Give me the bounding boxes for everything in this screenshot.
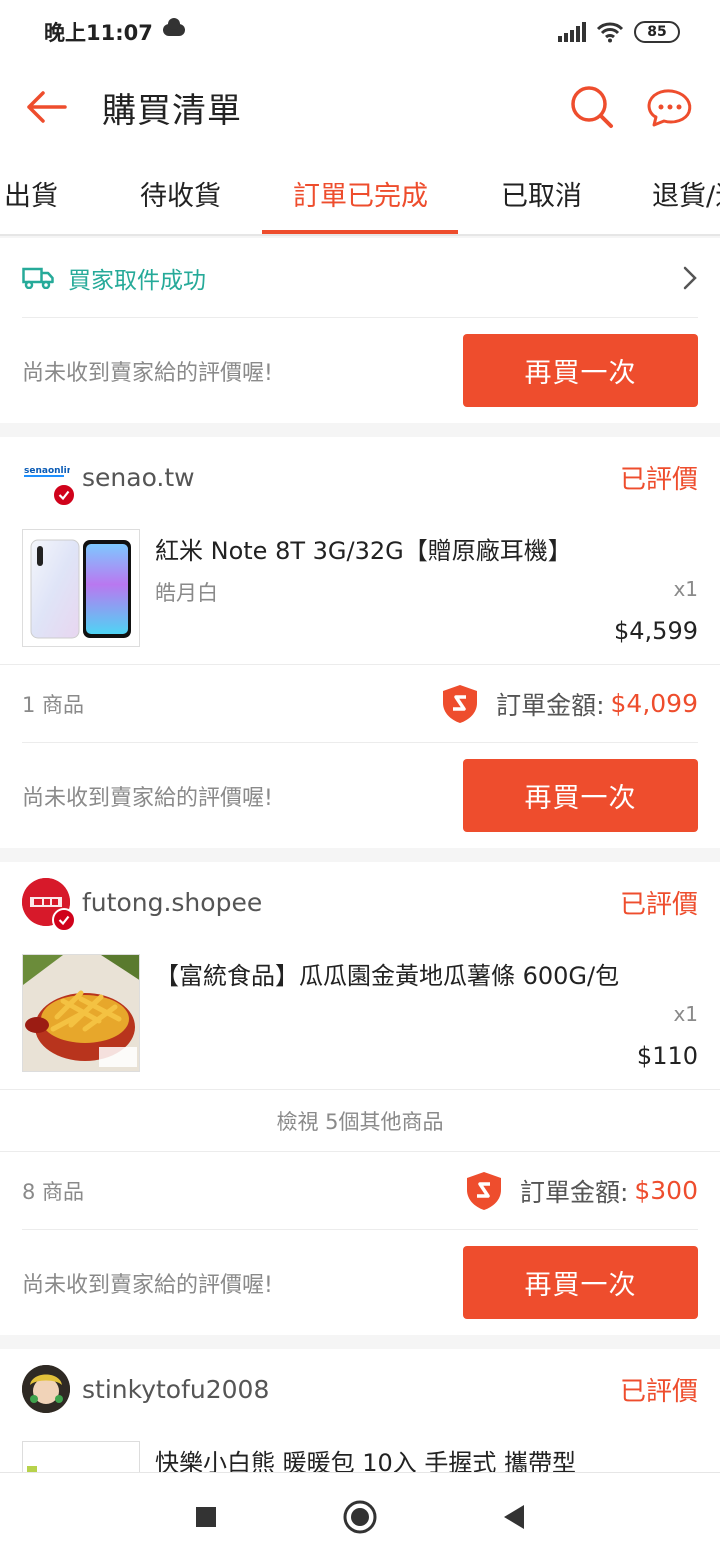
shop-header[interactable]: senaonline senao.tw 已評價	[22, 437, 698, 517]
chat-icon	[647, 89, 692, 127]
page-title: 購買清單	[102, 90, 242, 131]
shopee-guarantee-shield-icon	[466, 1171, 501, 1210]
screen: 晚上11:07 85 購買清單 出貨 待收貨 訂單已完成 已取消 退貨/ 買家取…	[0, 0, 720, 1560]
item-count: 8 商品	[22, 1179, 85, 1204]
verified-badge-icon	[52, 908, 76, 932]
order-total: 訂單金額: $300	[464, 1170, 698, 1212]
status-time: 晚上11:07	[44, 21, 153, 45]
shop-avatar	[22, 878, 76, 932]
order-status: 已評價	[619, 889, 698, 920]
shop-avatar	[22, 1365, 70, 1413]
system-back-button[interactable]	[492, 1495, 536, 1539]
square-recents-icon	[196, 1506, 216, 1527]
cloud-icon	[162, 18, 185, 36]
search-icon	[571, 86, 613, 128]
shop-header[interactable]: futong.shopee 已評價	[22, 862, 698, 942]
header-actions	[564, 79, 720, 135]
product-price: $4,599	[614, 617, 698, 645]
system-navigation-bar	[0, 1472, 720, 1560]
rating-hint: 尚未收到賣家給的評價喔!	[22, 785, 273, 811]
buy-again-button[interactable]: 再買一次	[463, 1246, 698, 1319]
hand-warmer-product-image	[23, 1442, 139, 1472]
svg-text:senaonline: senaonline	[24, 466, 70, 476]
product-item[interactable]: 紅米 Note 8T 3G/32G【贈原廠耳機】 皓月白 x1 $4,599	[0, 517, 720, 665]
chat-button[interactable]	[642, 79, 698, 135]
product-item[interactable]: 【富統食品】瓜瓜園金黃地瓜薯條 600G/包 x1 $110	[0, 942, 720, 1090]
order-card: stinkytofu2008 已評價 快樂小白熊 暖暖包 10入 手握式 攜帶型	[0, 1349, 720, 1472]
tab-cancelled[interactable]: 已取消	[501, 150, 582, 236]
phone-product-image	[30, 539, 131, 639]
product-thumbnail	[22, 529, 140, 647]
order-status-tabs: 出貨 待收貨 訂單已完成 已取消 退貨/退款	[0, 150, 720, 236]
rating-hint: 尚未收到賣家給的評價喔!	[22, 360, 273, 386]
product-item[interactable]: 快樂小白熊 暖暖包 10入 手握式 攜帶型	[0, 1429, 720, 1472]
cellular-signal-icon	[558, 22, 586, 42]
status-bar: 晚上11:07 85	[0, 0, 720, 64]
product-name: 紅米 Note 8T 3G/32G【贈原廠耳機】	[155, 537, 572, 565]
shop-header[interactable]: stinkytofu2008 已評價	[22, 1349, 698, 1429]
delivery-truck-icon	[22, 267, 54, 289]
view-more-items[interactable]: 檢視 5個其他商品	[0, 1090, 720, 1152]
circle-home-icon	[343, 1500, 377, 1533]
buy-again-button[interactable]: 再買一次	[463, 759, 698, 832]
triangle-back-icon	[504, 1504, 524, 1529]
chevron-right-icon	[683, 266, 697, 289]
back-button[interactable]	[0, 64, 92, 150]
shop-name: senao.tw	[82, 462, 195, 492]
shipping-status-row[interactable]: 買家取件成功	[22, 238, 698, 318]
order-status: 已評價	[619, 1376, 698, 1407]
order-summary: 1 商品 訂單金額: $4,099	[22, 665, 698, 743]
order-list[interactable]: 買家取件成功 尚未收到賣家給的評價喔! 再買一次 senaonline	[0, 238, 720, 1472]
order-status: 已評價	[619, 464, 698, 495]
buy-again-button[interactable]: 再買一次	[463, 334, 698, 407]
order-total: 訂單金額: $4,099	[440, 683, 698, 725]
home-button[interactable]	[338, 1495, 382, 1539]
active-tab-indicator	[262, 230, 458, 234]
tab-to-ship[interactable]: 出貨	[4, 150, 58, 236]
product-name: 快樂小白熊 暖暖包 10入 手握式 攜帶型	[155, 1449, 577, 1472]
shipping-status-text: 買家取件成功	[68, 267, 206, 294]
search-button[interactable]	[564, 79, 620, 135]
verified-badge-icon	[52, 483, 76, 507]
order-summary: 8 商品 訂單金額: $300	[22, 1152, 698, 1230]
total-amount: $4,099	[610, 689, 698, 718]
back-arrow-icon	[27, 91, 67, 123]
order-action-row: 尚未收到賣家給的評價喔! 再買一次	[22, 1230, 698, 1335]
fries-product-image	[23, 955, 139, 1071]
wifi-icon	[596, 22, 624, 43]
total-label: 訂單金額:	[496, 690, 605, 720]
product-name: 【富統食品】瓜瓜園金黃地瓜薯條 600G/包	[155, 962, 620, 990]
shop-avatar: senaonline	[22, 453, 79, 507]
total-amount: $300	[634, 1176, 698, 1205]
order-card: futong.shopee 已評價 【富統食品】瓜瓜園金黃地瓜薯條 600G/包…	[0, 862, 720, 1335]
product-quantity: x1	[673, 577, 698, 601]
battery-indicator: 85	[634, 21, 680, 43]
product-quantity: x1	[673, 1002, 698, 1026]
recents-button[interactable]	[184, 1495, 228, 1539]
tab-to-receive[interactable]: 待收貨	[140, 150, 221, 236]
tab-return-refund[interactable]: 退貨/退款	[652, 150, 720, 236]
product-variant: 皓月白	[155, 581, 218, 605]
total-label: 訂單金額:	[519, 1177, 629, 1207]
order-action-row: 尚未收到賣家給的評價喔! 再買一次	[22, 743, 698, 848]
tab-completed[interactable]: 訂單已完成	[293, 150, 428, 236]
product-thumbnail	[22, 954, 140, 1072]
order-card: 買家取件成功 尚未收到賣家給的評價喔! 再買一次	[0, 238, 720, 423]
product-price: $110	[636, 1042, 698, 1070]
order-card: senaonline senao.tw 已評價	[0, 437, 720, 848]
rating-hint: 尚未收到賣家給的評價喔!	[22, 1272, 273, 1298]
shop-name: futong.shopee	[82, 887, 263, 917]
item-count: 1 商品	[22, 692, 85, 717]
app-header: 購買清單	[0, 64, 720, 150]
shopee-guarantee-shield-icon	[443, 684, 478, 723]
stinkytofu-avatar-icon	[22, 1365, 70, 1413]
shop-name: stinkytofu2008	[82, 1374, 270, 1404]
product-thumbnail	[22, 1441, 140, 1472]
order-action-row: 尚未收到賣家給的評價喔! 再買一次	[22, 318, 698, 423]
status-icons: 85	[558, 21, 680, 43]
